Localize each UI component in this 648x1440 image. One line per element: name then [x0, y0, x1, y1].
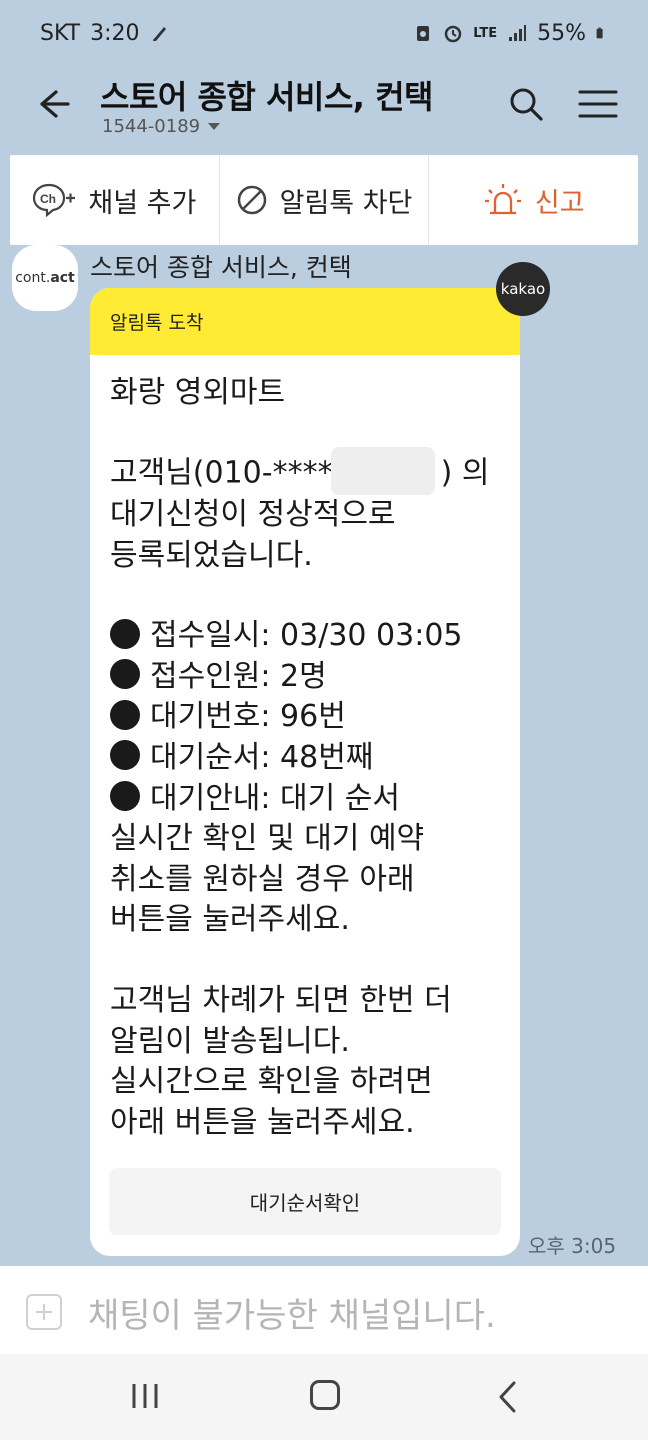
clock: 3:20	[90, 20, 140, 46]
carrier-label: SKT	[40, 20, 81, 46]
message-bubble: 알림톡 도착 화랑 영외마트 고객님(010-**** ) 의 대기신청이 정상적…	[90, 288, 520, 1256]
back-arrow-icon[interactable]	[32, 84, 72, 124]
guide-line-4: 버튼을 눌러주세요.	[110, 902, 350, 938]
intro-suffix: ) 의	[440, 455, 490, 491]
bullet-icon	[110, 781, 140, 812]
message-timestamp: 오후 3:05	[528, 1234, 617, 1258]
search-icon[interactable]	[508, 86, 544, 122]
report-label: 신고	[534, 187, 585, 219]
check-queue-button[interactable]: 대기순서확인	[109, 1168, 501, 1235]
avatar-logo-text: cont.	[15, 270, 51, 286]
system-nav-bar	[0, 1354, 648, 1440]
detail-item: 대기안내: 대기 순서	[110, 779, 500, 820]
chat-input-bar: 채팅이 불가능한 채널입니다.	[0, 1266, 648, 1354]
bullet-icon	[110, 699, 140, 730]
block-notice-button[interactable]: 알림톡 차단	[220, 155, 430, 245]
channel-phone: 1544-0189	[102, 116, 201, 137]
outro-line-1: 고객님 차례가 되면 한번 더	[110, 982, 452, 1018]
detail-text: 대기안내: 대기 순서	[150, 780, 400, 816]
chat-title: 스토어 종합 서비스, 컨택	[100, 78, 433, 116]
detail-item: 대기번호: 96번	[110, 697, 500, 738]
add-channel-label: 채널 추가	[88, 187, 197, 219]
siren-icon	[484, 184, 521, 215]
block-label: 알림톡 차단	[279, 187, 413, 219]
signal-icon	[509, 25, 527, 41]
pen-icon	[152, 27, 166, 41]
notice-header: 알림톡 도착	[90, 288, 520, 355]
notice-header-label: 알림톡 도착	[110, 312, 204, 334]
plus-icon	[26, 1294, 62, 1330]
detail-text: 대기순서: 48번째	[150, 739, 374, 775]
intro-prefix: 고객님(010-****	[110, 455, 333, 491]
redacted-phone	[330, 447, 435, 495]
detail-text: 접수인원: 2명	[150, 658, 327, 694]
detail-item: 대기순서: 48번째	[110, 738, 500, 779]
detail-item: 접수일시: 03/30 03:05	[110, 616, 500, 657]
bullet-icon	[110, 618, 140, 649]
bullet-icon	[110, 740, 140, 771]
block-icon	[237, 185, 266, 215]
chat-header: 스토어 종합 서비스, 컨택 1544-0189	[0, 66, 648, 152]
battery-percent: 55%	[537, 20, 586, 46]
channel-add-icon: Ch	[33, 183, 76, 217]
intro-line-3: 등록되었습니다.	[110, 537, 313, 573]
detail-text: 접수일시: 03/30 03:05	[150, 618, 463, 654]
chevron-down-icon	[208, 123, 221, 130]
outro-line-4: 아래 버튼을 눌러주세요.	[110, 1104, 415, 1140]
bullet-icon	[110, 659, 140, 690]
guide-line-2: 실시간 확인 및 대기 예약	[110, 821, 425, 857]
recent-apps-icon[interactable]	[130, 1382, 160, 1410]
battery-icon	[596, 27, 603, 39]
home-icon[interactable]	[310, 1380, 340, 1410]
disabled-input-notice: 채팅이 불가능한 채널입니다.	[88, 1296, 496, 1336]
outro-line-3: 실시간으로 확인을 하려면	[110, 1064, 433, 1100]
alarm-icon	[444, 25, 462, 43]
menu-icon[interactable]	[578, 88, 618, 120]
details-list: 접수일시: 03/30 03:05 접수인원: 2명 대기번호: 96번 대기순…	[110, 616, 500, 941]
recycle-icon	[417, 26, 430, 41]
intro-line-2: 대기신청이 정상적으로	[110, 497, 396, 532]
sender-name: 스토어 종합 서비스, 컨택	[90, 253, 352, 282]
guide-line-3: 취소를 원하실 경우 아래	[110, 861, 415, 897]
report-button[interactable]: 신고	[429, 155, 638, 245]
add-channel-button[interactable]: Ch 채널 추가	[10, 155, 220, 245]
message-body: 화랑 영외마트 고객님(010-**** ) 의 대기신청이 정상적으로 등록되었…	[90, 355, 520, 1143]
detail-text: 대기번호: 96번	[150, 699, 346, 735]
outro-line-2: 알림이 발송됩니다.	[110, 1023, 350, 1059]
channel-phone-dropdown[interactable]: 1544-0189	[102, 116, 221, 137]
intro-line: 고객님(010-**** ) 의	[110, 447, 500, 495]
intro-text: 고객님(010-**** ) 의 대기신청이 정상적으로 등록되었습니다.	[110, 447, 500, 576]
channel-avatar[interactable]: cont. act	[12, 245, 78, 311]
nav-back-icon[interactable]	[496, 1380, 518, 1414]
channel-action-bar: Ch 채널 추가 알림톡 차단 신고	[10, 155, 638, 245]
network-type: LTE	[473, 25, 498, 41]
avatar-logo-text-bold: act	[50, 270, 75, 286]
svg-text:Ch: Ch	[40, 192, 56, 206]
status-bar: SKT 3:20 LTE 55%	[0, 0, 648, 66]
outro-text: 고객님 차례가 되면 한번 더 알림이 발송됩니다. 실시간으로 확인을 하려면…	[110, 981, 500, 1143]
shop-name: 화랑 영외마트	[110, 375, 286, 410]
kakao-badge: kakao	[496, 262, 550, 316]
detail-item: 접수인원: 2명	[110, 657, 500, 698]
